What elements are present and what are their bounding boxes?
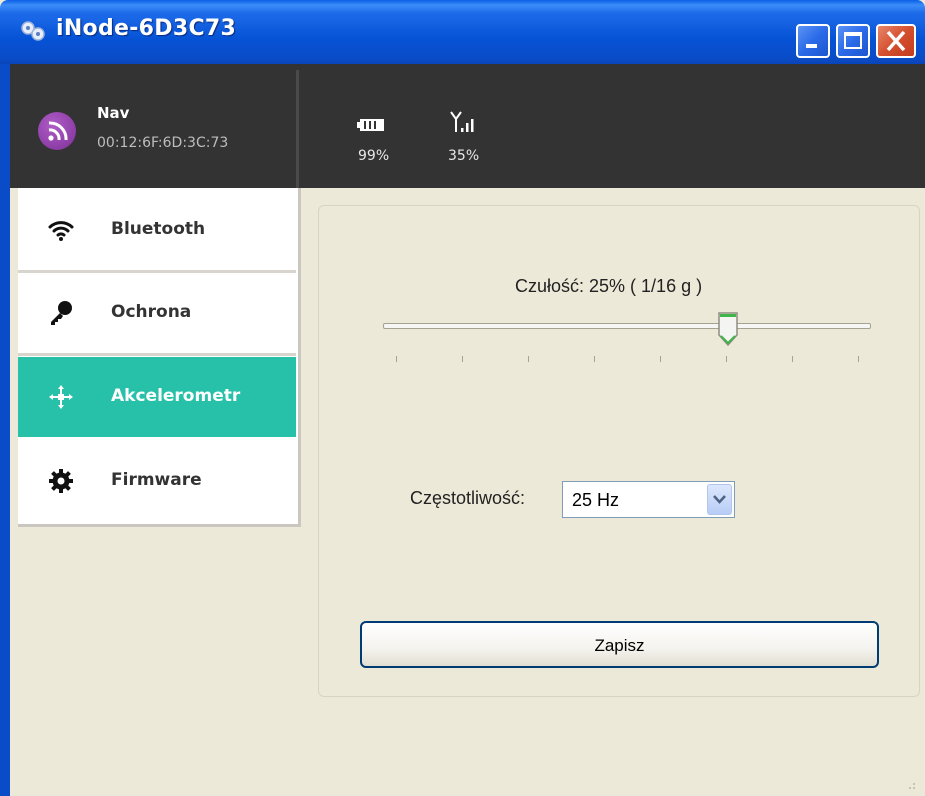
slider-tick bbox=[462, 356, 463, 362]
maximize-button[interactable] bbox=[836, 24, 870, 58]
title-bar[interactable]: iNode-6D3C73 bbox=[0, 0, 925, 64]
slider-tick bbox=[528, 356, 529, 362]
slider-tick bbox=[726, 356, 727, 362]
header-divider bbox=[296, 70, 299, 188]
gears-icon bbox=[21, 21, 45, 41]
sidebar-item-label: Bluetooth bbox=[111, 219, 206, 239]
chevron-down-icon bbox=[713, 495, 726, 504]
key-icon bbox=[51, 301, 72, 325]
sensitivity-slider-thumb[interactable] bbox=[717, 311, 739, 347]
close-button[interactable] bbox=[876, 24, 916, 58]
close-icon bbox=[886, 30, 906, 52]
rss-icon bbox=[38, 112, 76, 150]
battery-icon bbox=[357, 119, 384, 131]
slider-tick bbox=[594, 356, 595, 362]
minimize-icon bbox=[806, 44, 817, 48]
sensitivity-label: Czułość: 25% ( 1/16 g ) bbox=[515, 276, 703, 296]
device-name: Nav bbox=[97, 104, 130, 122]
sidebar-item-firmware[interactable]: Firmware bbox=[18, 441, 296, 521]
slider-tick bbox=[792, 356, 793, 362]
minimize-button[interactable] bbox=[796, 24, 830, 58]
move-arrows-icon bbox=[49, 385, 73, 409]
sensitivity-slider-track[interactable] bbox=[383, 323, 871, 329]
sidebar-item-akcelerometr[interactable]: Akcelerometr bbox=[18, 357, 296, 437]
sidebar-item-bluetooth[interactable]: Bluetooth bbox=[18, 190, 296, 273]
sidebar-item-ochrona[interactable]: Ochrona bbox=[18, 273, 296, 356]
frequency-select-value: 25 Hz bbox=[572, 490, 620, 510]
sidebar-item-label: Firmware bbox=[111, 470, 202, 490]
signal-level: 35% bbox=[448, 148, 480, 164]
frequency-dropdown-button[interactable] bbox=[707, 484, 732, 515]
resize-grip-icon[interactable] bbox=[902, 776, 918, 792]
app-window: iNode-6D3C73 Nav 00:12:6F:6D:3C:73 99% 3… bbox=[0, 0, 925, 796]
wifi-icon bbox=[48, 221, 74, 241]
slider-tick bbox=[858, 356, 859, 362]
signal-antenna-icon bbox=[450, 111, 474, 132]
battery-level: 99% bbox=[358, 148, 390, 164]
slider-tick bbox=[396, 356, 397, 362]
sidebar-item-label: Ochrona bbox=[111, 302, 192, 322]
maximize-icon bbox=[844, 32, 862, 49]
sidebar-item-label: Akcelerometr bbox=[111, 386, 241, 406]
save-button-label: Zapisz bbox=[594, 636, 645, 655]
window-title: iNode-6D3C73 bbox=[56, 16, 237, 41]
slider-tick bbox=[660, 356, 661, 362]
frequency-label: Częstotliwość: bbox=[410, 488, 526, 508]
device-mac: 00:12:6F:6D:3C:73 bbox=[97, 135, 229, 151]
window-frame bbox=[0, 64, 10, 796]
gear-icon bbox=[49, 469, 73, 493]
